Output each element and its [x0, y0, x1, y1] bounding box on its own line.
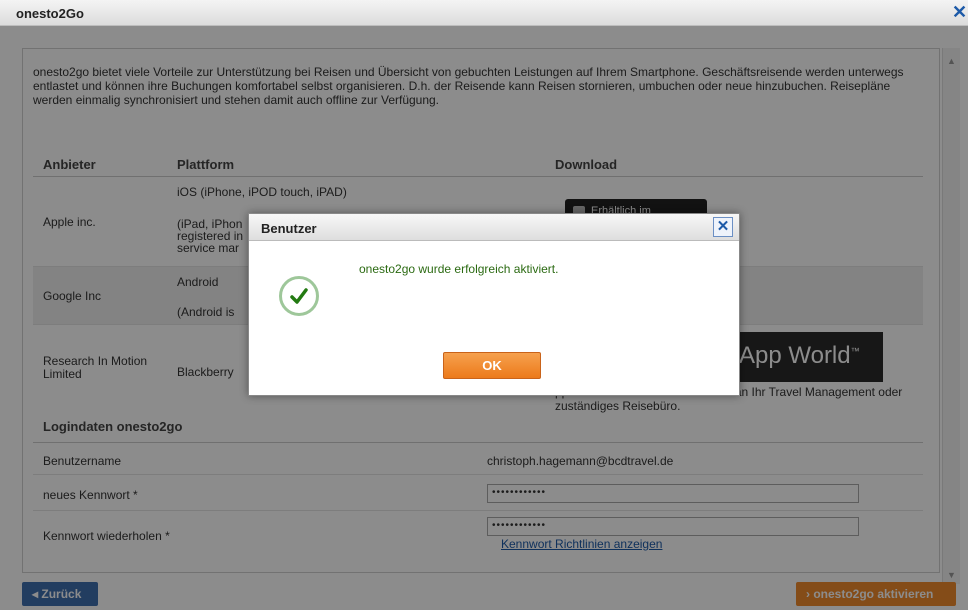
dialog-title: Benutzer	[261, 221, 317, 236]
dialog-message: onesto2go wurde erfolgreich aktiviert.	[359, 262, 559, 276]
window-title: onesto2Go	[16, 6, 84, 21]
dialog-close-icon[interactable]: ✕	[713, 217, 733, 237]
window-close-icon[interactable]: ✕	[952, 2, 968, 22]
success-dialog: Benutzer ✕ onesto2go wurde erfolgreich a…	[248, 213, 740, 396]
dialog-titlebar: Benutzer ✕	[249, 214, 739, 241]
window-titlebar: onesto2Go ✕	[0, 0, 968, 26]
success-check-icon	[279, 276, 319, 316]
ok-button[interactable]: OK	[443, 352, 541, 379]
